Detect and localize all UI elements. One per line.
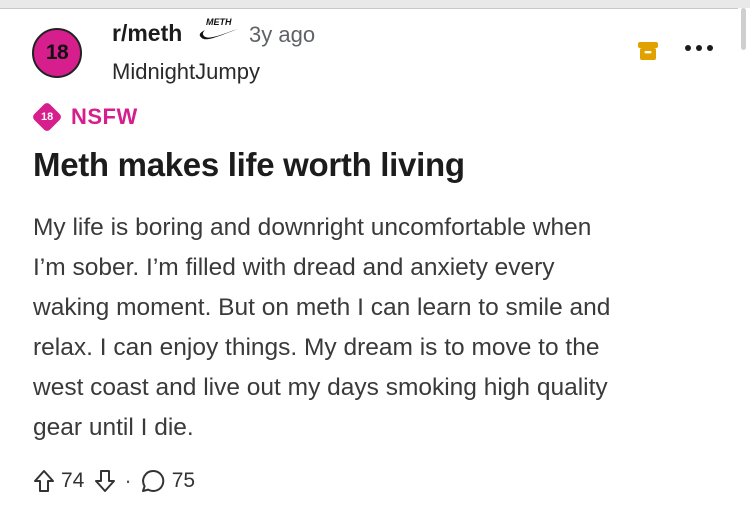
- flair-logo-text: METH: [206, 17, 232, 27]
- post-time: 3y ago: [249, 22, 316, 47]
- nsfw-tag: 18 NSFW: [31, 101, 138, 133]
- avatar-label: 18: [45, 41, 69, 64]
- nsfw-badge-icon: 18: [31, 101, 63, 133]
- separator-dot: ·: [124, 468, 132, 493]
- post-body-line: relax. I can enjoy things. My dream is t…: [33, 334, 600, 361]
- post-body-line: waking moment. But on meth I can learn t…: [33, 294, 611, 321]
- subreddit-avatar[interactable]: 18: [32, 28, 82, 78]
- nsfw-badge-text: 18: [40, 111, 54, 123]
- post-body-line: My life is boring and downright uncomfor…: [33, 214, 592, 241]
- more-options-icon[interactable]: [684, 41, 714, 55]
- nsfw-label: NSFW: [71, 104, 138, 129]
- archive-icon[interactable]: [637, 40, 659, 62]
- post-title[interactable]: Meth makes life worth living: [33, 146, 465, 184]
- post-author[interactable]: MidnightJumpy: [112, 59, 260, 85]
- comment-icon[interactable]: [140, 468, 166, 494]
- downvote-icon[interactable]: [94, 469, 116, 493]
- post-actions: 74 · 75: [33, 468, 195, 494]
- top-divider-line: [0, 8, 738, 9]
- post-body-line: I’m sober. I’m filled with dread and anx…: [33, 254, 555, 281]
- top-divider-band: [0, 0, 750, 8]
- post-body-line: west coast and live out my days smoking …: [33, 374, 608, 401]
- upvote-icon[interactable]: [33, 469, 55, 493]
- subreddit-name[interactable]: r/meth: [112, 20, 182, 47]
- nike-swoosh-flair-icon: METH: [199, 17, 240, 40]
- comment-count: 75: [171, 469, 196, 492]
- upvote-count: 74: [61, 469, 85, 492]
- scrollbar[interactable]: [741, 8, 746, 50]
- post-body-line: gear until I die.: [33, 414, 194, 441]
- post-body[interactable]: My life is boring and downright uncomfor…: [33, 208, 723, 448]
